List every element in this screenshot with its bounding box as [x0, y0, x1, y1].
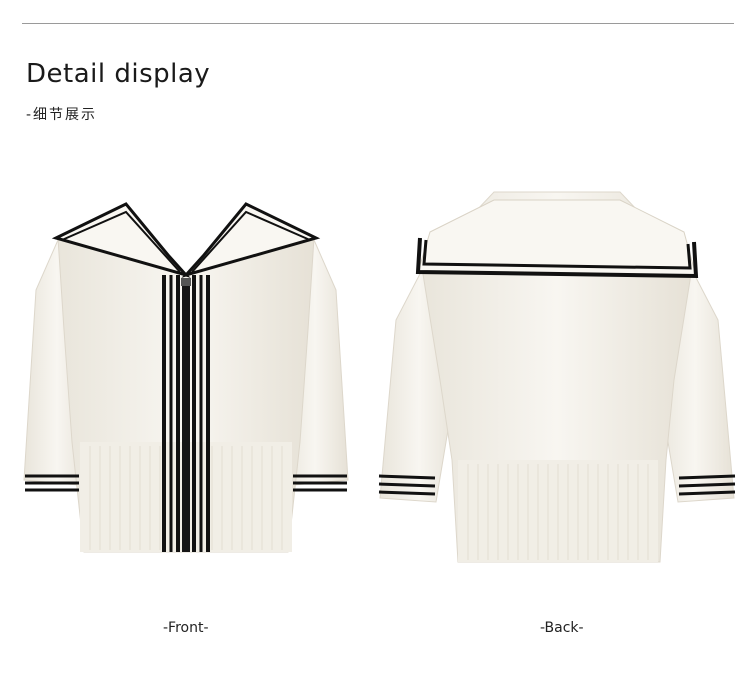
front-caption: -Front-: [163, 620, 209, 636]
page-subtitle: -细节展示: [26, 107, 98, 123]
top-divider: [22, 23, 734, 24]
cardigan-front-image: [18, 180, 354, 560]
page-title: Detail display: [26, 59, 211, 89]
cardigan-back-image: [374, 180, 740, 565]
back-caption: -Back-: [540, 620, 584, 636]
